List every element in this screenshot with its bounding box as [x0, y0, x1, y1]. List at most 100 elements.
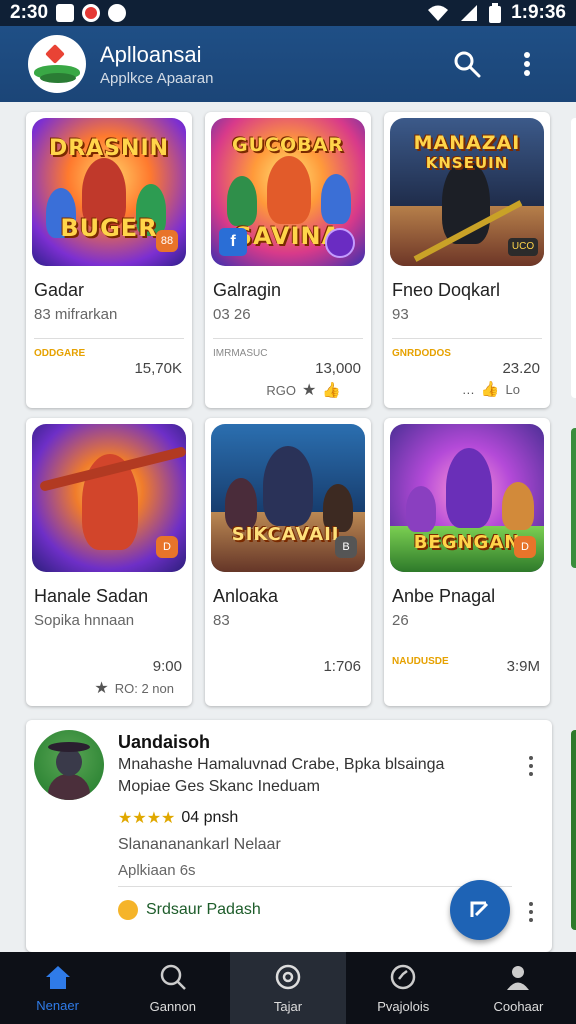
thumb-badge: D: [514, 536, 536, 558]
app-value: 15,70K: [134, 360, 182, 377]
app-bar: Aplloansai Applkce Apaaran: [0, 26, 576, 102]
next-card-peek: [571, 428, 576, 568]
sync-icon: [108, 4, 127, 22]
nav-label: Tajar: [273, 998, 303, 1014]
thumb-badge: B: [335, 536, 357, 558]
app-thumbnail: DRASNIN BUGER 88: [32, 118, 186, 266]
search-icon: [454, 51, 481, 78]
app-meta: … 👍 Lo: [462, 380, 520, 398]
app-name: Galragin: [213, 280, 282, 300]
app-name: Anbe Pnagal: [392, 586, 496, 606]
app-meta: ★ RO: 2 non: [94, 678, 174, 698]
app-thumbnail: GUCOBAR SAVINA f: [211, 118, 365, 266]
status-time-right: 1:9:36: [511, 2, 566, 23]
thumbs-up-icon: 👍: [480, 381, 500, 398]
thumbs-up-icon: 👍: [322, 382, 341, 399]
app-value: 1:706: [323, 658, 361, 675]
circle-icon: [275, 964, 301, 989]
app-notification-icon: [82, 4, 101, 22]
nav-item-search[interactable]: Gannon: [115, 952, 230, 1024]
app-subtitle: Sopika hnnaan: [34, 612, 135, 629]
star-icon: ★: [94, 680, 109, 697]
app-card[interactable]: D Hanale Sadan Sopika hnnaan 9:00 ★ RO: …: [26, 418, 192, 706]
review-author: Uandaisoh: [118, 732, 211, 752]
app-title: Aplloansai: [100, 41, 202, 67]
app-card[interactable]: GUCOBAR SAVINA f Galragin 03 26 IMRMASUC…: [205, 112, 371, 408]
more-vert-icon[interactable]: [527, 902, 535, 922]
divider: [213, 338, 363, 339]
app-tag: GNRDODOS: [392, 348, 451, 359]
thumb-badge: f: [219, 228, 247, 256]
search-button[interactable]: [446, 43, 488, 85]
notification-icon: [56, 4, 75, 22]
meta-text: RGO: [266, 382, 296, 398]
app-name: Gadar: [34, 280, 85, 300]
thumb-title: MANAZAI: [413, 132, 521, 154]
wifi-icon: [428, 5, 449, 21]
dots-icon: …: [461, 381, 475, 397]
app-tag: IMRMASUC: [213, 348, 268, 359]
review-line-1: Mnahashe Hamaluvnad Crabe, Bpka blsainga: [118, 756, 445, 773]
compose-fab[interactable]: [450, 880, 510, 940]
app-value: 13,000: [315, 360, 361, 377]
divider: [118, 886, 512, 887]
app-subtitle: 83: [213, 612, 230, 629]
app-card[interactable]: BEGNGAN D Anbe Pnagal 26 NAUDUSDE 3:9M: [384, 418, 550, 706]
nav-item-profile[interactable]: Coohaar: [461, 952, 576, 1024]
app-card[interactable]: DRASNIN BUGER 88 Gadar 83 mifrarkan ODDG…: [26, 112, 192, 408]
app-subtitle: 93: [392, 306, 409, 323]
app-thumbnail: SIKCAVAIL B: [211, 424, 365, 572]
rating-text: 04 pnsh: [181, 809, 239, 826]
app-value: 23.20: [502, 360, 540, 377]
heart-icon: [390, 964, 416, 989]
thumb-disc-icon: [325, 228, 355, 258]
more-vert-icon: [524, 52, 530, 76]
app-value: 3:9M: [506, 658, 540, 675]
next-card-peek: [571, 118, 576, 398]
badge-icon: [118, 900, 138, 920]
thumb-badge: UCO: [508, 238, 538, 256]
meta-text: Lo: [505, 381, 520, 397]
app-tag: ODDGARE: [34, 348, 86, 359]
status-time: 2:30: [10, 2, 49, 23]
signal-icon: [461, 5, 478, 21]
search-icon: [160, 964, 186, 990]
app-subtitle: 26: [392, 612, 409, 629]
app-tag: NAUDUSDE: [392, 656, 449, 667]
nav-item-home[interactable]: Nenaer: [0, 952, 115, 1024]
more-vert-icon[interactable]: [527, 756, 535, 776]
app-card[interactable]: MANAZAI KNSEUIN UCO Fneo Doqkarl 93 GNRD…: [384, 112, 550, 408]
thumb-title: DRASNIN: [48, 136, 170, 161]
battery-icon: [489, 3, 502, 23]
person-icon: [507, 965, 530, 990]
thumb-title: GUCOBAR: [232, 134, 344, 156]
star-rating-icon: ★★★★: [118, 810, 176, 827]
nav-label: Gannon: [149, 998, 196, 1014]
status-bar: 2:30 1:9:36: [0, 0, 576, 26]
app-thumbnail: BEGNGAN D: [390, 424, 544, 572]
nav-label: Nenaer: [36, 997, 79, 1013]
app-subtitle: Applkce Apaaran: [100, 69, 214, 87]
avatar: [34, 730, 104, 800]
nav-item-center[interactable]: Tajar: [230, 952, 346, 1024]
thumb-badge: 88: [156, 230, 178, 252]
nav-label: Coohaar: [493, 998, 544, 1014]
review-rating: ★★★★ 04 pnsh: [118, 808, 238, 828]
nav-label: Pvajolois: [377, 998, 430, 1014]
thumb-badge: D: [156, 536, 178, 558]
app-subtitle: 83 mifrarkan: [34, 306, 118, 323]
home-icon: [45, 965, 70, 989]
nav-item-favorites[interactable]: Pvajolois: [346, 952, 461, 1024]
edit-icon: [470, 901, 489, 917]
review-action-link[interactable]: Srdsaur Padash: [118, 900, 261, 920]
app-subtitle: 03 26: [213, 306, 251, 323]
divider: [34, 338, 184, 339]
app-logo: [28, 35, 86, 93]
app-card[interactable]: SIKCAVAIL B Anloaka 83 1:706: [205, 418, 371, 706]
more-options-button[interactable]: [506, 43, 548, 85]
app-thumbnail: MANAZAI KNSEUIN UCO: [390, 118, 544, 266]
app-name: Anloaka: [213, 586, 279, 606]
thumb-title-2: KNSEUIN: [425, 154, 509, 172]
review-line-3: Slanananankarl Nelaar: [118, 836, 281, 853]
divider: [392, 338, 542, 339]
